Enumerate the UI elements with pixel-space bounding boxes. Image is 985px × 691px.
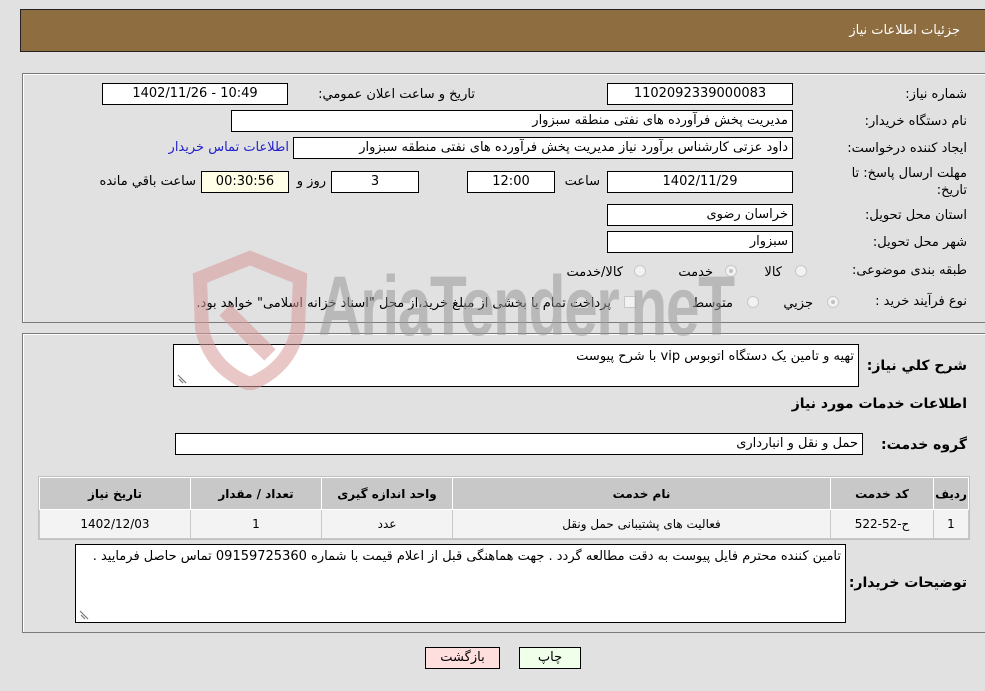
buyer-org-label: نام دستگاه خریدار: [864,114,967,129]
page-title: جزئیات اطلاعات نیاز [849,23,960,38]
treasury-note: پرداخت تمام یا بخشی از مبلغ خرید،از محل … [196,296,611,311]
buyer-notes-label: توضیحات خریدار: [848,575,967,591]
cell-quantity: 1 [190,509,322,539]
days-field[interactable]: 3 [331,171,419,193]
category-radio-service[interactable] [725,265,737,277]
category-option-goods-service: کالا/خدمت [566,265,623,280]
need-number-field[interactable]: 1102092339000083 [607,83,793,105]
services-table: ردیف کد خدمت نام خدمت واحد اندازه گیری ت… [39,477,969,539]
creator-label: ایجاد کننده درخواست: [847,141,967,156]
back-button[interactable]: بازگشت [425,647,500,669]
cell-row: 1 [933,509,969,539]
print-button[interactable]: چاپ [519,647,581,669]
days-label: روز و [296,174,326,189]
process-label: نوع فرآیند خرید : [875,294,967,309]
table-row: 1 ح-52-522 فعالیت های پشتیبانی حمل ونقل … [39,509,969,539]
col-service-code: کد خدمت [830,477,934,510]
treasury-checkbox[interactable] [624,296,636,308]
buyer-contact-link[interactable]: اطلاعات تماس خریدار [169,140,289,155]
city-field[interactable]: سبزوار [607,231,793,253]
deadline-label-2: تاریخ: [936,183,967,198]
col-row: ردیف [933,477,969,510]
services-table-wrapper: ردیف کد خدمت نام خدمت واحد اندازه گیری ت… [38,476,970,540]
province-field[interactable]: خراسان رضوی [607,204,793,226]
summary-text: تهیه و تامین یک دستگاه اتوبوس vip با شرح… [576,349,854,364]
deadline-label: مهلت ارسال پاسخ: تا [851,166,967,181]
remaining-time-field: 00:30:56 [201,171,289,193]
announce-label: تاریخ و ساعت اعلان عمومي: [318,87,475,102]
process-option-medium: متوسط [692,296,733,311]
category-radio-goods-service[interactable] [634,265,646,277]
announce-value: 1402/11/26 - 10:49 [132,86,258,101]
col-quantity: تعداد / مقدار [190,477,322,510]
deadline-time-field[interactable]: 12:00 [467,171,555,193]
cell-service-name: فعالیت های پشتیبانی حمل ونقل [452,509,831,539]
cell-service-code: ح-52-522 [830,509,934,539]
services-section-title: اطلاعات خدمات مورد نیاز [791,396,967,412]
city-label: شهر محل تحویل: [872,235,967,250]
creator-field[interactable]: داود عزتی کارشناس برآورد نیاز مدیریت پخش… [293,137,793,159]
process-option-minor: جزيي [783,296,813,311]
buyer-org-field[interactable]: مدیریت پخش فرآورده های نفتی منطقه سبزوار [231,110,793,132]
cell-unit: عدد [321,509,453,539]
category-label: طبقه بندی موضوعی: [851,263,967,278]
resize-handle-icon[interactable] [177,374,187,384]
category-radio-goods[interactable] [795,265,807,277]
need-number-label: شماره نیاز: [905,87,967,102]
page-header: جزئیات اطلاعات نیاز [20,9,985,52]
buyer-notes-text: تامین کننده محترم فایل پیوست به دقت مطال… [92,549,841,564]
service-group-field[interactable]: حمل و نقل و انبارداری [175,433,863,455]
service-group-label: گروه خدمت: [881,437,967,453]
resize-handle-icon[interactable] [79,610,89,620]
process-radio-minor[interactable] [827,296,839,308]
province-label: استان محل تحویل: [865,208,967,223]
col-service-name: نام خدمت [452,477,831,510]
buyer-notes-textarea[interactable]: تامین کننده محترم فایل پیوست به دقت مطال… [75,544,846,623]
cell-need-date: 1402/12/03 [39,509,191,539]
category-option-goods: کالا [764,265,782,280]
summary-label: شرح کلي نیاز: [866,358,967,374]
process-radio-medium[interactable] [747,296,759,308]
table-header-row: ردیف کد خدمت نام خدمت واحد اندازه گیری ت… [39,477,969,510]
remaining-label: ساعت باقي مانده [99,174,196,189]
summary-textarea[interactable]: تهیه و تامین یک دستگاه اتوبوس vip با شرح… [173,344,859,387]
category-option-service: خدمت [678,265,713,280]
announce-field[interactable]: 1402/11/26 - 10:49 [102,83,288,105]
deadline-date-field[interactable]: 1402/11/29 [607,171,793,193]
deadline-time-label: ساعت [564,174,600,189]
col-unit: واحد اندازه گیری [321,477,453,510]
col-need-date: تاریخ نیاز [39,477,191,510]
